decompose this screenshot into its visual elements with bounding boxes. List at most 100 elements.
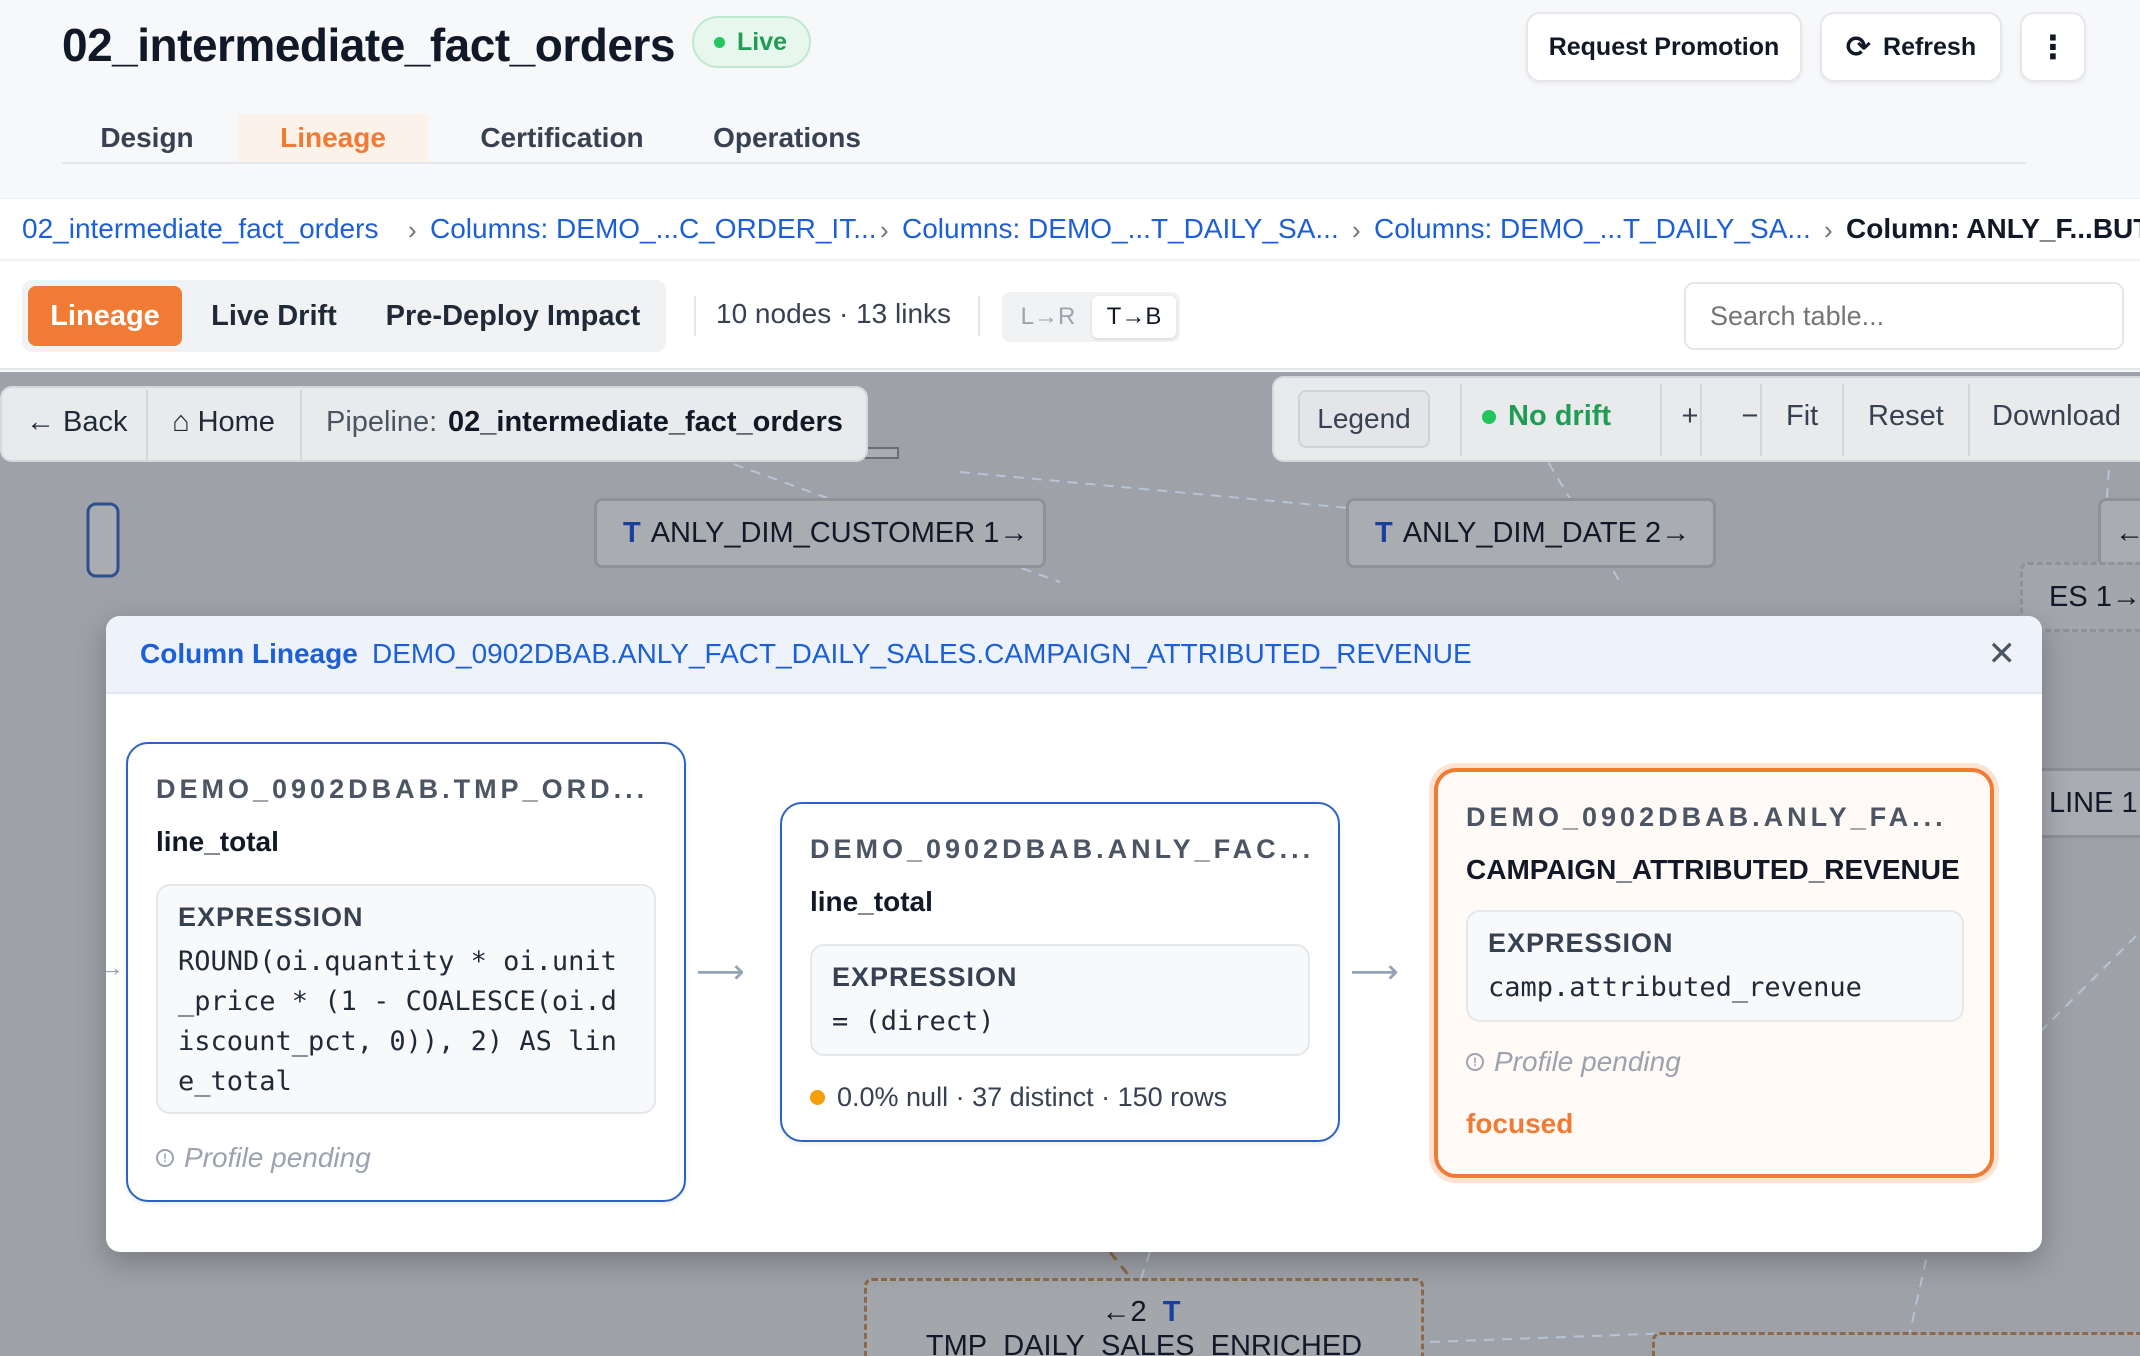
profile-stats-label: 0.0% null · 37 distinct · 150 rows (837, 1082, 1228, 1112)
tab-bar: Design Lineage Certification Operations (62, 114, 2026, 164)
graph-node-tmp-daily-sales-enriched[interactable]: ←2 T TMP_DAILY_SALES_ENRICHED 1→ (864, 1278, 1424, 1356)
legend-button[interactable]: Legend (1298, 390, 1430, 448)
profile-status-label: Profile pending (1494, 1046, 1681, 1077)
refresh-button[interactable]: ⟳ Refresh (1820, 12, 2002, 82)
table-icon: T (623, 516, 641, 549)
drift-status-label: No drift (1508, 400, 1612, 432)
expression-label: EXPRESSION (178, 902, 364, 932)
divider (300, 390, 302, 460)
status-badge: Live (692, 16, 812, 68)
drift-dot-icon (1482, 409, 1496, 424)
breadcrumb-item[interactable]: Columns: DEMO_...T_DAILY_SA... (902, 213, 1339, 245)
download-button[interactable]: Download (1992, 400, 2121, 433)
kebab-menu-icon: ⋮ (2037, 29, 2069, 65)
info-icon: ! (156, 1149, 174, 1167)
refresh-label: Refresh (1883, 32, 1977, 61)
table-icon: T (1162, 1296, 1181, 1328)
tab-certification[interactable]: Certification (452, 114, 672, 162)
breadcrumb-item[interactable]: Columns: DEMO_...C_ORDER_IT... (430, 213, 877, 245)
graph-node-dim-customer[interactable]: T ANLY_DIM_CUSTOMER 1→ (594, 498, 1046, 568)
divider (146, 390, 148, 460)
expression-code-line: iscount_pct, 0)), 2) AS lin (178, 1026, 617, 1057)
card-table-name: DEMO_0902DBAB.ANLY_FAC... (810, 834, 1315, 864)
divider (1968, 384, 1970, 456)
pipeline-label: Pipeline: (326, 406, 438, 438)
divider (978, 296, 980, 336)
card-column-name: line_total (156, 826, 279, 857)
dialog-title: Column Lineage (140, 638, 358, 669)
more-options-button[interactable]: ⋮ (2020, 12, 2086, 82)
breadcrumb-current: Column: ANLY_F...BUT (1846, 213, 2140, 244)
breadcrumb-item[interactable]: Columns: DEMO_...T_DAILY_SA... (1374, 213, 1811, 245)
mode-switch: Lineage Live Drift Pre-Deploy Impact (22, 280, 666, 352)
lineage-card-intermediate[interactable]: DEMO_0902DBAB.ANLY_FAC... line_total EXP… (780, 802, 1340, 1142)
expression-label: EXPRESSION (832, 962, 1018, 992)
focused-label: focused (1466, 1108, 1574, 1139)
expression-code-line: ROUND(oi.quantity * oi.unit (178, 946, 617, 977)
tab-design[interactable]: Design (62, 114, 232, 162)
table-icon: T (1375, 516, 1393, 549)
status-badge-label: Live (737, 27, 788, 56)
mode-pre-deploy-impact-button[interactable]: Pre-Deploy Impact (366, 286, 660, 346)
divider (1700, 384, 1702, 456)
dialog-header: Column Lineage DEMO_0902DBAB.ANLY_FACT_D… (106, 616, 2042, 694)
mode-lineage-button[interactable]: Lineage (28, 286, 182, 346)
zoom-in-button[interactable]: + (1658, 400, 1722, 433)
search-input[interactable] (1684, 282, 2124, 350)
direction-tb-button[interactable]: T→B (1092, 296, 1176, 338)
breadcrumb-separator: › (408, 215, 417, 245)
expression-code-line: _price * (1 - COALESCE(oi.d (178, 986, 617, 1017)
tab-lineage[interactable]: Lineage (238, 114, 428, 162)
graph-stats: 10 nodes · 13 links (716, 298, 952, 329)
upstream-arrow-icon: → (106, 952, 124, 982)
request-promotion-button[interactable]: Request Promotion (1526, 12, 1802, 82)
direction-lr-button[interactable]: L→R (1006, 296, 1090, 338)
profile-status: ! Profile pending (156, 1142, 371, 1174)
flow-arrow-icon: ⟶ (1350, 953, 1399, 991)
graph-node-upstream-count: ←2 (1101, 1296, 1147, 1328)
graph-node-label: ANLY_DIM_CUSTOMER 1→ (650, 516, 1029, 549)
live-dot-icon (714, 36, 725, 48)
tab-operations[interactable]: Operations (682, 114, 892, 162)
divider (694, 296, 696, 336)
card-column-name: line_total (810, 886, 933, 917)
graph-node-label: TMP_DAILY_SALES_ENRICHED (925, 1330, 1363, 1356)
breadcrumb-separator: › (880, 215, 889, 245)
mode-live-drift-button[interactable]: Live Drift (194, 286, 354, 346)
graph-node-label: ES 1→ (2049, 580, 2140, 613)
card-column-name: CAMPAIGN_ATTRIBUTED_REVENUE (1466, 854, 1960, 885)
expression-code-line: e_total (178, 1066, 292, 1097)
lineage-card-source[interactable]: DEMO_0902DBAB.TMP_ORD... line_total EXPR… (126, 742, 686, 1202)
graph-node-partial[interactable]: ← (2098, 498, 2140, 568)
graph-node-partial[interactable] (1652, 1332, 2140, 1356)
pipeline-name: 02_intermediate_fact_orders (448, 406, 843, 438)
expression-code-line: camp.attributed_revenue (1488, 972, 1862, 1003)
expression-label: EXPRESSION (1488, 928, 1674, 958)
card-table-name: DEMO_0902DBAB.ANLY_FA... (1466, 802, 1947, 832)
expression-box: EXPRESSION ROUND(oi.quantity * oi.unit _… (156, 884, 656, 1114)
fit-button[interactable]: Fit (1786, 400, 1818, 433)
column-lineage-dialog: Column Lineage DEMO_0902DBAB.ANLY_FACT_D… (106, 616, 2042, 1252)
divider (1460, 384, 1462, 456)
breadcrumb-item[interactable]: 02_intermediate_fact_orders (22, 213, 378, 245)
profile-status-label: Profile pending (184, 1142, 371, 1173)
page-header: 02_intermediate_fact_orders Live Request… (0, 0, 2140, 196)
reset-button[interactable]: Reset (1868, 400, 1944, 433)
close-icon[interactable]: ✕ (1988, 634, 2017, 674)
divider (1842, 384, 1844, 456)
flow-arrow-icon: ⟶ (696, 953, 745, 991)
direction-toggle: L→R T→B (1002, 292, 1180, 342)
zoom-out-button[interactable]: − (1718, 400, 1782, 433)
back-button[interactable]: ← Back (26, 406, 128, 439)
breadcrumb-separator: › (1352, 215, 1361, 245)
graph-node-dim-date[interactable]: T ANLY_DIM_DATE 2→ (1346, 498, 1716, 568)
lineage-card-focused[interactable]: DEMO_0902DBAB.ANLY_FA... CAMPAIGN_ATTRIB… (1434, 768, 1994, 1178)
divider (1760, 384, 1762, 456)
graph-node-label: ← (2115, 516, 2140, 549)
home-button[interactable]: ⌂ Home (172, 406, 275, 439)
column-path: DEMO_0902DBAB.ANLY_FACT_DAILY_SALES.CAMP… (372, 638, 1472, 669)
info-icon: ! (1466, 1053, 1484, 1071)
profile-stats: 0.0% null · 37 distinct · 150 rows (810, 1082, 1227, 1113)
page-title: 02_intermediate_fact_orders (62, 19, 675, 71)
card-table-name: DEMO_0902DBAB.TMP_ORD... (156, 774, 649, 804)
